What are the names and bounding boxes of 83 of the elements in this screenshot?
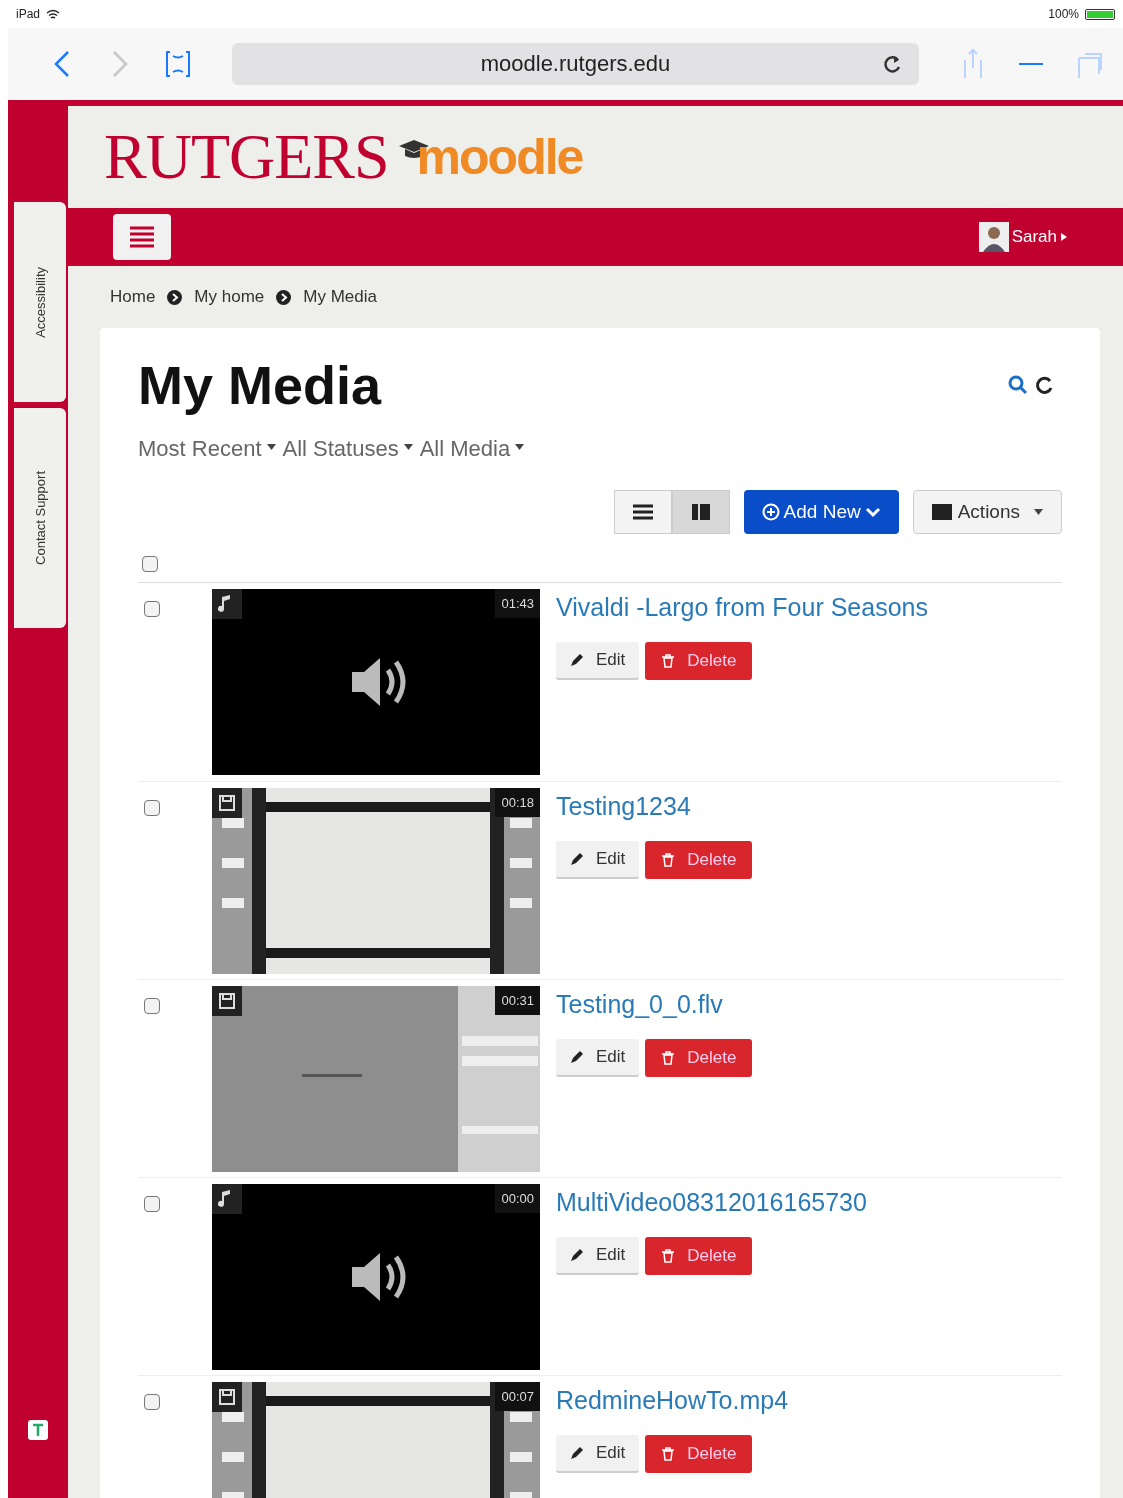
pencil-icon: [570, 1446, 584, 1460]
reload-icon[interactable]: [881, 53, 903, 75]
edit-button[interactable]: Edit: [556, 1435, 640, 1473]
pencil-icon: [570, 1248, 584, 1262]
caret-icon: [266, 444, 276, 450]
caret-icon: [403, 444, 413, 450]
delete-button[interactable]: Delete: [645, 1039, 753, 1077]
breadcrumb-link[interactable]: My home: [194, 287, 265, 307]
delete-button[interactable]: Delete: [645, 1237, 753, 1275]
trash-icon: [661, 1447, 676, 1461]
media-thumbnail[interactable]: 00:00: [212, 1184, 540, 1370]
trash-icon: [661, 654, 676, 668]
media-title-link[interactable]: MultiVideo08312016165730: [556, 1188, 867, 1217]
address-bar[interactable]: moodle.rutgers.edu: [232, 43, 919, 85]
breadcrumb-link[interactable]: Home: [110, 287, 156, 307]
side-tab[interactable]: Accessibility: [14, 202, 66, 402]
duration-label: 00:07: [495, 1382, 540, 1411]
chevron-icon: [167, 289, 183, 305]
bookmarks-icon[interactable]: [164, 48, 192, 80]
battery-icon: [1085, 8, 1115, 20]
row-checkbox[interactable]: [144, 1196, 160, 1212]
delete-button[interactable]: Delete: [645, 642, 753, 680]
pencil-icon: [570, 1050, 584, 1064]
menu-icon: [130, 226, 154, 248]
chevron-icon: [276, 289, 292, 305]
delete-button[interactable]: Delete: [645, 1435, 753, 1473]
filter-dropdown[interactable]: Most Recent: [138, 436, 279, 462]
media-title-link[interactable]: Testing_0_0.flv: [556, 990, 753, 1019]
select-all-checkbox[interactable]: [142, 556, 158, 572]
trash-icon: [661, 1051, 676, 1065]
user-menu[interactable]: Sarah: [978, 222, 1068, 252]
plus-circle-icon: [761, 503, 780, 521]
pencil-icon: [570, 653, 584, 667]
refresh-icon[interactable]: [1034, 375, 1054, 395]
grid-view-button[interactable]: [671, 490, 730, 534]
row-checkbox[interactable]: [144, 998, 160, 1014]
filter-dropdown[interactable]: All Media: [419, 436, 528, 462]
menu-button[interactable]: [113, 214, 171, 260]
caret-icon: [1034, 509, 1043, 515]
page-title: My Media: [138, 354, 382, 416]
music-note-icon: [212, 1184, 242, 1214]
delete-button[interactable]: Delete: [645, 841, 753, 879]
avatar-icon: [978, 222, 1009, 252]
media-thumbnail[interactable]: 00:07: [212, 1382, 540, 1498]
media-thumbnail[interactable]: 01:43: [212, 589, 540, 775]
media-thumbnail[interactable]: 00:18: [212, 788, 540, 974]
caret-icon: [1060, 232, 1068, 242]
side-tab[interactable]: Contact Support: [14, 408, 66, 628]
media-title-link[interactable]: Vivaldi -Largo from Four Seasons: [556, 593, 928, 622]
edit-button[interactable]: Edit: [556, 841, 640, 879]
square-icon: [931, 504, 952, 520]
music-note-icon: [212, 589, 242, 619]
chevron-down-icon: [864, 506, 881, 518]
caret-icon: [515, 444, 525, 450]
search-icon[interactable]: [1008, 375, 1028, 395]
edit-button[interactable]: Edit: [556, 1039, 640, 1077]
media-title-link[interactable]: Testing1234: [556, 792, 753, 821]
edit-button[interactable]: Edit: [556, 642, 640, 680]
trash-icon: [661, 1249, 676, 1263]
brand-logo: RUTGERS: [104, 120, 389, 194]
duration-label: 00:00: [495, 1184, 540, 1213]
duration-label: 01:43: [495, 589, 540, 618]
row-checkbox[interactable]: [144, 601, 160, 617]
pencil-icon: [570, 852, 584, 866]
row-checkbox[interactable]: [144, 800, 160, 816]
trash-icon: [661, 853, 676, 867]
breadcrumb-link[interactable]: My Media: [303, 287, 377, 307]
wifi-icon: [46, 8, 61, 20]
duration-label: 00:18: [495, 788, 540, 817]
device-name: iPad: [16, 7, 41, 21]
product-logo: moodle: [416, 128, 583, 186]
actions-button[interactable]: Actions: [912, 490, 1062, 534]
list-view-button[interactable]: [613, 490, 672, 534]
list-icon: [632, 504, 653, 520]
battery-percent: 100%: [1048, 7, 1079, 21]
media-thumbnail[interactable]: 00:31: [212, 986, 540, 1172]
add-new-button[interactable]: Add New: [743, 490, 899, 534]
row-checkbox[interactable]: [144, 1394, 160, 1410]
grid-icon: [691, 504, 710, 520]
media-title-link[interactable]: RedmineHowTo.mp4: [556, 1386, 789, 1415]
edit-button[interactable]: Edit: [556, 1237, 640, 1275]
filter-dropdown[interactable]: All Statuses: [282, 436, 416, 462]
duration-label: 00:31: [495, 986, 540, 1015]
